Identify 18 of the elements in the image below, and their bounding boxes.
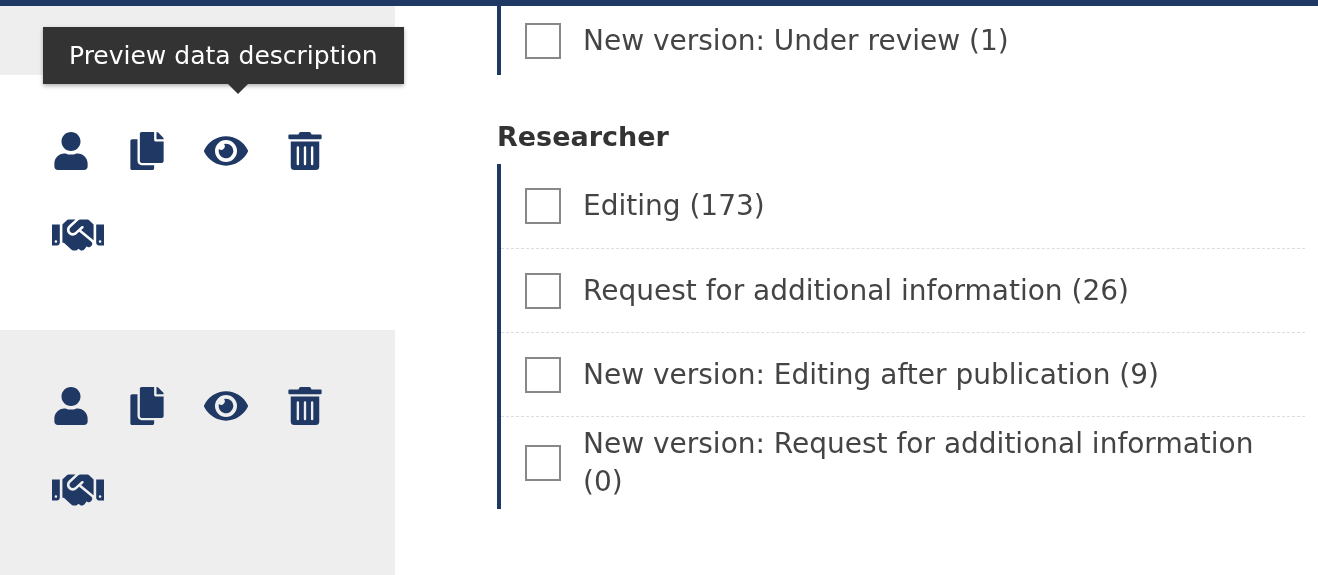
user-icon[interactable] [52, 132, 90, 170]
filter-label: Request for additional information (26) [583, 272, 1129, 309]
trash-icon[interactable] [286, 387, 324, 425]
tooltip-pointer [228, 84, 248, 94]
filter-label: New version: Editing after publication (9) [583, 356, 1160, 393]
copy-icon[interactable] [128, 387, 166, 425]
user-icon[interactable] [52, 387, 90, 425]
filter-label: New version: Request for additional information (0) [583, 426, 1255, 500]
filter-label: New version: Under review (1) [583, 22, 1009, 59]
checkbox[interactable] [525, 272, 561, 309]
filter-label: Editing (173) [583, 188, 765, 225]
checkbox[interactable] [525, 356, 561, 393]
checkbox[interactable] [525, 444, 561, 481]
checkbox[interactable] [525, 22, 561, 59]
filter-heading: Researcher [497, 121, 670, 152]
trash-icon[interactable] [286, 132, 324, 170]
checkbox[interactable] [525, 188, 561, 224]
copy-icon[interactable] [128, 132, 166, 170]
